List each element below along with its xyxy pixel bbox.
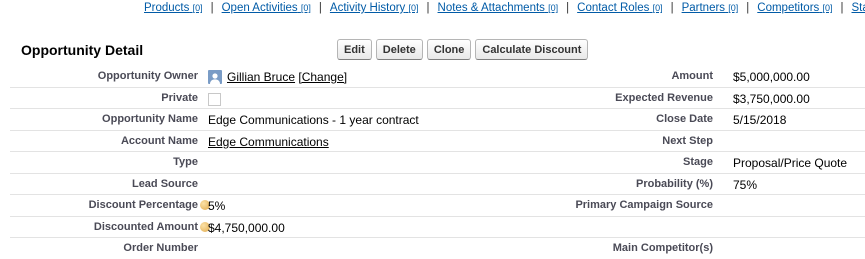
edit-button[interactable]: Edit <box>337 39 372 60</box>
link-separator: | <box>566 2 569 14</box>
related-link-products[interactable]: Products [0] <box>144 2 203 14</box>
related-link-notes-attachments[interactable]: Notes & Attachments [0] <box>438 2 559 14</box>
related-link-competitors[interactable]: Competitors [0] <box>757 2 832 14</box>
field-value-opportunity-name: Edge Communications - 1 year contract <box>208 113 419 127</box>
field-value-probability: 75% <box>733 178 757 192</box>
field-label-lead-source: Lead Source <box>132 178 198 190</box>
field-label-type: Type <box>173 156 198 168</box>
field-label-order-number: Order Number <box>123 242 198 254</box>
change-owner-link[interactable]: [Change] <box>298 70 347 84</box>
private-checkbox <box>208 93 221 106</box>
detail-header: Opportunity Detail Edit Delete Clone Cal… <box>0 37 865 63</box>
delete-button[interactable]: Delete <box>376 39 423 60</box>
field-label-private: Private <box>161 92 198 104</box>
field-value-account-name: Edge Communications <box>208 135 329 149</box>
account-name-link[interactable]: Edge Communications <box>208 135 329 149</box>
link-separator: | <box>671 2 674 14</box>
link-separator: | <box>841 2 844 14</box>
link-separator: | <box>211 2 214 14</box>
detail-row: Type Stage Proposal/Price Quote <box>10 152 865 174</box>
field-label-primary-campaign-source: Primary Campaign Source <box>575 199 713 211</box>
field-label-probability: Probability (%) <box>636 178 713 190</box>
detail-row: Lead Source Probability (%) 75% <box>10 174 865 196</box>
related-link-contact-roles[interactable]: Contact Roles [0] <box>577 2 662 14</box>
user-icon <box>208 70 222 84</box>
related-link-open-activities[interactable]: Open Activities [0] <box>222 2 311 14</box>
detail-row: Opportunity Name Edge Communications - 1… <box>10 109 865 131</box>
field-label-opportunity-name: Opportunity Name <box>102 113 198 125</box>
field-label-next-step: Next Step <box>662 135 713 147</box>
related-link-activity-history[interactable]: Activity History [0] <box>330 2 419 14</box>
detail-fields: Opportunity Owner Gillian Bruce [Change]… <box>0 66 865 259</box>
field-value-expected-revenue: $3,750,000.00 <box>733 92 810 106</box>
link-separator: | <box>746 2 749 14</box>
clone-button[interactable]: Clone <box>427 39 472 60</box>
detail-row: Order Number Main Competitor(s) <box>10 238 865 259</box>
field-value-close-date: 5/15/2018 <box>733 113 786 127</box>
related-link-partners[interactable]: Partners [0] <box>682 2 739 14</box>
field-label-opportunity-owner: Opportunity Owner <box>98 70 198 82</box>
field-label-expected-revenue: Expected Revenue <box>615 92 713 104</box>
detail-row: Account Name Edge Communications Next St… <box>10 131 865 153</box>
field-label-close-date: Close Date <box>656 113 713 125</box>
field-label-discount-percentage: Discount Percentage <box>89 199 198 211</box>
related-link-stage-history[interactable]: Stag <box>852 2 865 14</box>
detail-row: Discounted Amount $4,750,000.00 <box>10 217 865 239</box>
detail-row: Opportunity Owner Gillian Bruce [Change]… <box>10 66 865 88</box>
field-value-discounted-amount: $4,750,000.00 <box>208 221 285 235</box>
field-label-amount: Amount <box>671 70 713 82</box>
field-label-main-competitors: Main Competitor(s) <box>613 242 713 254</box>
detail-row: Private Expected Revenue $3,750,000.00 <box>10 88 865 110</box>
field-value-stage: Proposal/Price Quote <box>733 156 847 170</box>
opportunity-owner-link[interactable]: Gillian Bruce <box>227 70 295 84</box>
link-separator: | <box>427 2 430 14</box>
link-separator: | <box>319 2 322 14</box>
field-label-stage: Stage <box>683 156 713 168</box>
field-value-private <box>208 92 221 106</box>
field-label-account-name: Account Name <box>121 135 198 147</box>
field-value-amount: $5,000,000.00 <box>733 70 810 84</box>
field-label-discounted-amount: Discounted Amount <box>94 221 198 233</box>
related-list-links: Products [0] | Open Activities [0] | Activit… <box>0 2 865 20</box>
field-value-opportunity-owner: Gillian Bruce [Change] <box>208 70 347 84</box>
detail-button-bar: Edit Delete Clone Calculate Discount <box>337 39 588 60</box>
page-title: Opportunity Detail <box>21 42 143 58</box>
detail-row: Discount Percentage 5% Primary Campaign … <box>10 195 865 217</box>
field-value-discount-percentage: 5% <box>208 199 225 213</box>
calculate-discount-button[interactable]: Calculate Discount <box>475 39 588 60</box>
